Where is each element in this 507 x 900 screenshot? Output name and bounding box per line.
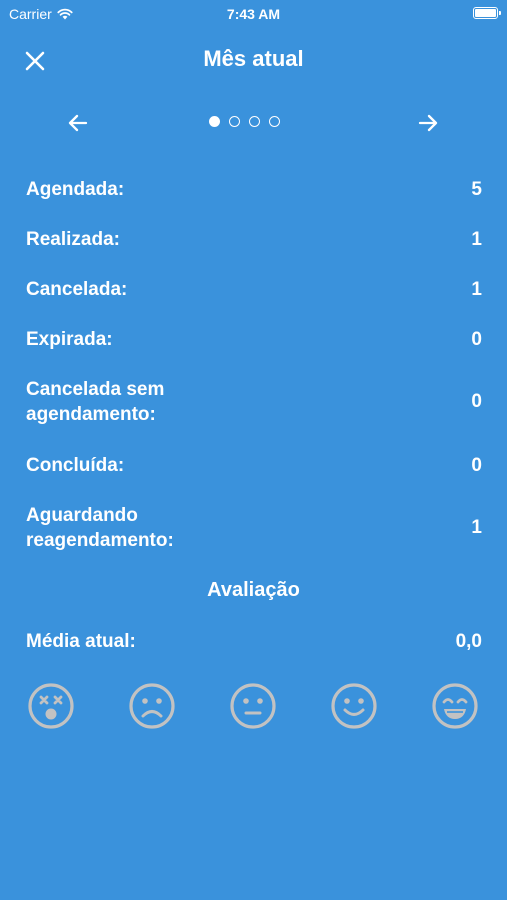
pager	[0, 105, 507, 141]
stat-label-line-1: Aguardando	[26, 505, 138, 526]
stat-value: 0	[471, 454, 482, 476]
stat-value: 5	[471, 178, 482, 200]
stat-value: 1	[471, 228, 482, 250]
battery-icon	[473, 7, 501, 19]
page-title: Mês atual	[203, 46, 304, 71]
stat-value: 1	[471, 517, 482, 538]
status-bar: Carrier 7:43 AM	[0, 0, 507, 28]
rating-average-value: 0,0	[455, 630, 482, 652]
smile-face-icon[interactable]	[330, 682, 378, 730]
header: Mês atual	[0, 38, 507, 82]
stat-row-expirada: Expirada: 0	[26, 327, 482, 352]
stat-label: Cancelada:	[26, 279, 128, 300]
status-time: 7:43 AM	[226, 6, 281, 22]
stat-label-line-2: agendamento:	[26, 404, 156, 425]
stat-row-cancelada: Cancelada: 1	[26, 277, 482, 302]
rating-faces	[27, 682, 479, 730]
stat-label-line-2: reagendamento:	[26, 530, 174, 551]
neutral-face-icon[interactable]	[229, 682, 277, 730]
stat-row-cancelada-sem-agendamento: Cancelada sem agendamento: 0	[26, 377, 482, 427]
stat-row-aguardando-reagendamento: Aguardando reagendamento: 1	[26, 503, 482, 553]
page-dot-4[interactable]	[269, 116, 280, 127]
grin-face-icon[interactable]	[431, 682, 479, 730]
rating-section-title: Avaliação	[207, 579, 300, 601]
stat-row-agendada: Agendada: 5	[26, 177, 482, 202]
stat-label: Agendada:	[26, 179, 125, 200]
stat-value: 0	[471, 328, 482, 350]
arrow-right-icon[interactable]	[416, 111, 440, 135]
dizzy-face-icon[interactable]	[27, 682, 75, 730]
stat-label: Realizada:	[26, 229, 120, 250]
stat-label: Expirada:	[26, 329, 113, 350]
page-dot-1[interactable]	[209, 116, 220, 127]
stat-label: Concluída:	[26, 455, 125, 476]
stat-value: 0	[471, 391, 482, 412]
stat-row-concluida: Concluída: 0	[26, 453, 482, 478]
page-dot-2[interactable]	[229, 116, 240, 127]
stat-label-line-1: Cancelada sem	[26, 379, 165, 400]
stat-value: 1	[471, 278, 482, 300]
arrow-left-icon[interactable]	[66, 111, 90, 135]
stat-label: Cancelada sem agendamento:	[26, 377, 164, 427]
page-dot-3[interactable]	[249, 116, 260, 127]
stat-label: Aguardando reagendamento:	[26, 503, 174, 553]
page-indicator	[209, 116, 280, 127]
rating-average-row: Média atual: 0,0	[26, 629, 482, 654]
sad-face-icon[interactable]	[128, 682, 176, 730]
stat-row-realizada: Realizada: 1	[26, 227, 482, 252]
rating-average-label: Média atual:	[26, 631, 136, 652]
